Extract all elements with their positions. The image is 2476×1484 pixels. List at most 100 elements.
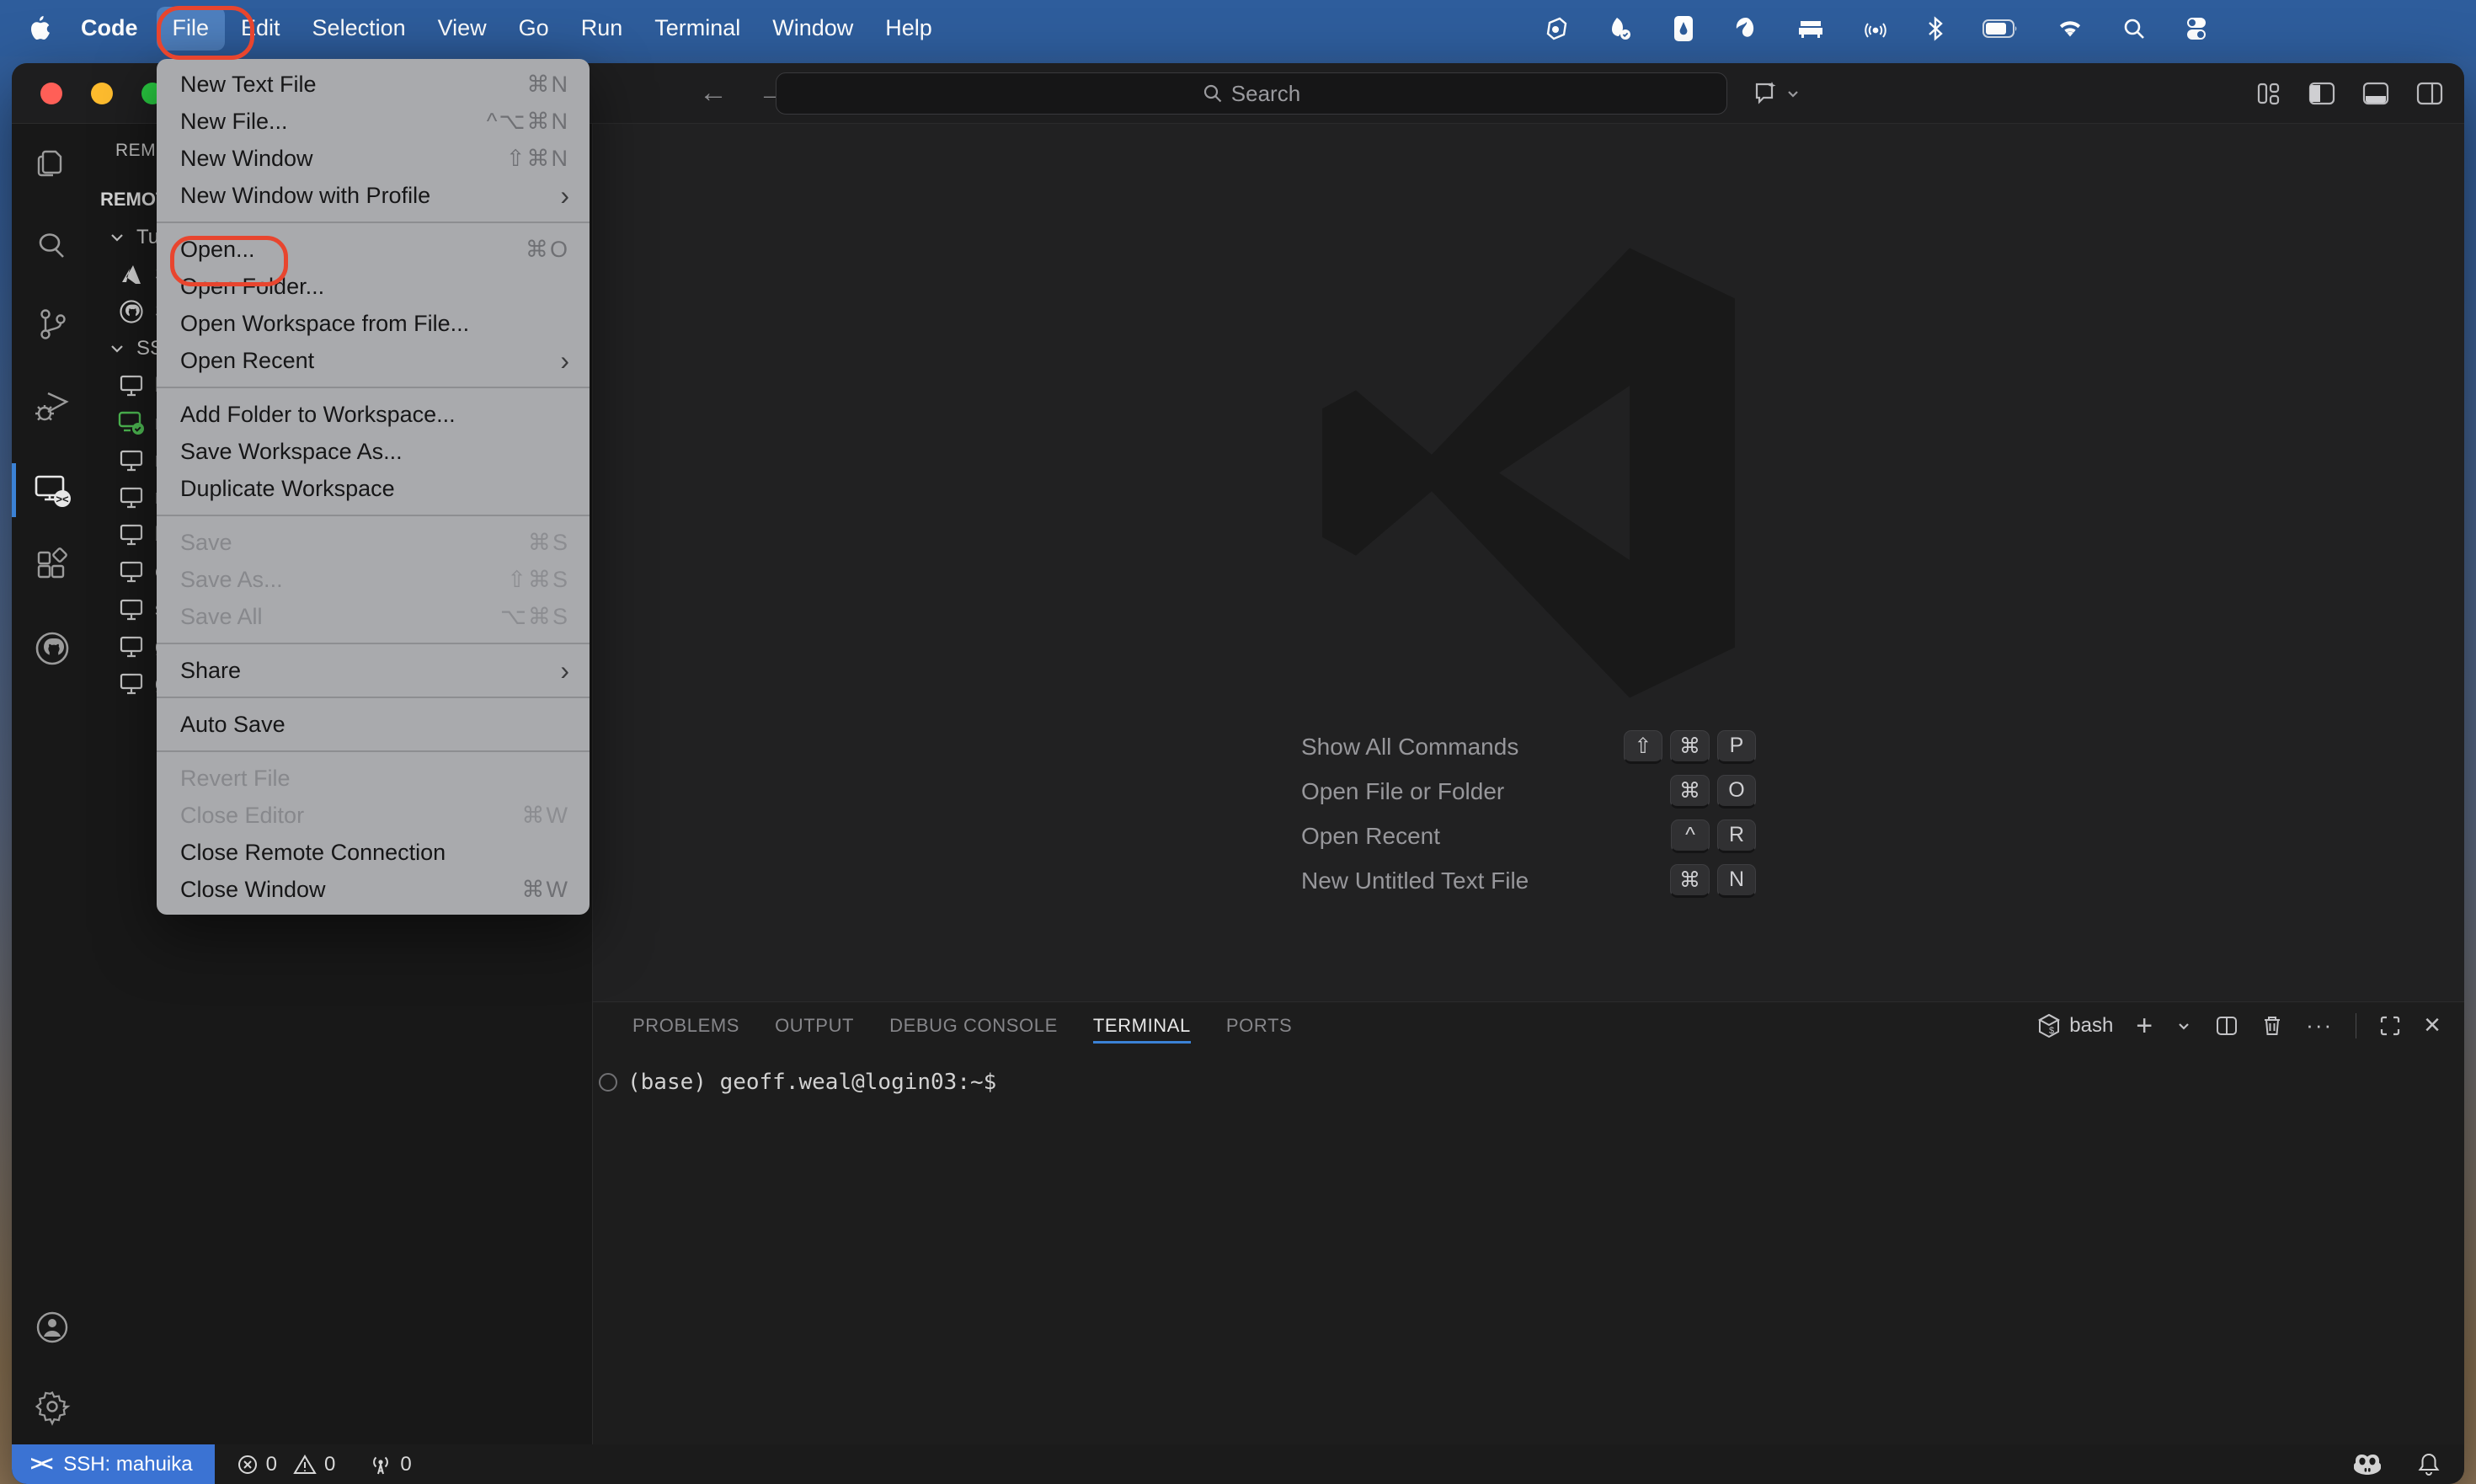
- menu-item-revert-file: Revert File: [180, 765, 291, 791]
- menu-item-open-recent[interactable]: Open Recent ›: [157, 342, 590, 379]
- tab-output[interactable]: OUTPUT: [775, 1002, 854, 1049]
- app-icon-1[interactable]: [1545, 16, 1570, 41]
- server-icon: [115, 634, 148, 659]
- remote-explorer-icon[interactable]: ><: [12, 460, 93, 520]
- menu-item-duplicate-workspace[interactable]: Duplicate Workspace: [157, 470, 590, 507]
- menubar-item-go[interactable]: Go: [503, 7, 565, 51]
- keycap: ^: [1671, 819, 1710, 853]
- menu-item-open-workspace-from-file[interactable]: Open Workspace from File...: [157, 305, 590, 342]
- toggle-primary-sidebar-icon[interactable]: [2308, 80, 2336, 107]
- spotlight-icon[interactable]: [2122, 17, 2146, 40]
- keycap: ⇧: [1624, 729, 1662, 764]
- svg-text:><: ><: [56, 493, 69, 505]
- wifi-icon[interactable]: [2057, 18, 2084, 40]
- app-icon-4[interactable]: [1733, 16, 1758, 41]
- copilot-status-icon[interactable]: [2353, 1453, 2382, 1476]
- desktop: Code File Edit Selection View Go Run Ter…: [0, 0, 2476, 1484]
- menu-item-add-folder-to-workspace[interactable]: Add Folder to Workspace...: [157, 396, 590, 433]
- menu-item-save: Save ⌘S: [180, 529, 569, 555]
- menu-item-save-workspace-as[interactable]: Save Workspace As...: [157, 433, 590, 470]
- settings-gear-icon[interactable]: [12, 1376, 93, 1437]
- notifications-bell-icon[interactable]: [2417, 1452, 2441, 1477]
- menubar-item-edit[interactable]: Edit: [225, 7, 296, 51]
- chevron-down-icon[interactable]: [1785, 86, 1801, 101]
- menubar-item-selection[interactable]: Selection: [296, 7, 422, 51]
- menu-item-close-window[interactable]: Close Window ⌘W: [157, 871, 590, 908]
- menu-item-share[interactable]: Share ›: [157, 652, 590, 689]
- menu-item-auto-save[interactable]: Auto Save: [157, 706, 590, 743]
- split-terminal-icon[interactable]: [2215, 1014, 2239, 1038]
- menu-item-new-window[interactable]: New Window ⇧⌘N: [157, 140, 590, 177]
- chevron-down-icon: [104, 228, 130, 247]
- customize-layout-icon[interactable]: [2255, 80, 2282, 107]
- toggle-secondary-sidebar-icon[interactable]: [2415, 80, 2444, 107]
- warning-icon: [293, 1454, 317, 1474]
- tab-problems[interactable]: PROBLEMS: [632, 1002, 739, 1049]
- remote-indicator[interactable]: >< SSH: mahuika: [12, 1444, 215, 1484]
- kill-terminal-icon[interactable]: [2261, 1014, 2283, 1038]
- app-icon-3[interactable]: [1673, 15, 1694, 42]
- bottom-panel: PROBLEMS OUTPUT DEBUG CONSOLE TERMINAL P…: [593, 1001, 2464, 1444]
- accounts-icon[interactable]: [12, 1297, 93, 1358]
- menu-separator: [157, 697, 590, 698]
- bed-icon[interactable]: [1797, 16, 1824, 41]
- extensions-icon[interactable]: [12, 536, 93, 596]
- command-center-search[interactable]: Search: [776, 72, 1727, 115]
- keycap: ⌘: [1670, 863, 1710, 898]
- radio-tower-icon: [373, 1456, 389, 1474]
- nav-back-icon[interactable]: ←: [699, 77, 728, 109]
- close-window-button[interactable]: [40, 82, 62, 104]
- toggle-panel-icon[interactable]: [2361, 80, 2390, 107]
- source-control-icon[interactable]: [12, 294, 93, 355]
- search-placeholder: Search: [1230, 80, 1301, 106]
- menubar-item-file[interactable]: File: [156, 6, 226, 51]
- app-icon-2[interactable]: [1609, 16, 1634, 41]
- shell-selector[interactable]: $ bash: [2037, 1013, 2113, 1038]
- github-view-icon[interactable]: [12, 618, 93, 679]
- menubar-status-icons: [1545, 15, 2476, 42]
- ports-status[interactable]: 0: [369, 1453, 412, 1476]
- menubar-app-name[interactable]: Code: [62, 15, 157, 41]
- bluetooth-icon[interactable]: [1927, 15, 1944, 42]
- explorer-icon[interactable]: [12, 133, 93, 194]
- server-connected-icon: [115, 410, 148, 437]
- copilot-chat-icon[interactable]: [1752, 79, 1780, 108]
- run-debug-icon[interactable]: [12, 376, 93, 437]
- server-icon: [115, 448, 148, 473]
- server-icon: [115, 559, 148, 585]
- menu-item-new-window-with-profile[interactable]: New Window with Profile ›: [157, 177, 590, 214]
- menubar-item-view[interactable]: View: [422, 7, 503, 51]
- search-view-icon[interactable]: [12, 216, 93, 276]
- red-annotation-open-item: [170, 236, 288, 286]
- tab-terminal[interactable]: TERMINAL: [1092, 1002, 1191, 1049]
- svg-text:$: $: [2049, 1026, 2054, 1036]
- menu-item-close-remote-connection[interactable]: Close Remote Connection: [157, 834, 590, 871]
- battery-icon[interactable]: [1982, 19, 2018, 39]
- menu-item-new-text-file[interactable]: New Text File ⌘N: [157, 66, 590, 103]
- shortcut-row: Show All Commands ⇧ ⌘ P: [1301, 724, 1756, 769]
- menubar-item-terminal[interactable]: Terminal: [638, 7, 756, 51]
- tab-ports[interactable]: PORTS: [1226, 1002, 1292, 1049]
- keycap: R: [1717, 819, 1756, 853]
- chevron-down-icon[interactable]: [2175, 1017, 2192, 1034]
- apple-icon[interactable]: [29, 15, 51, 42]
- terminal-content[interactable]: (base) geoff.weal@login03:~$: [593, 1070, 996, 1095]
- airplay-icon[interactable]: [1863, 16, 1888, 41]
- menu-item-close-editor: Close Editor ⌘W: [180, 802, 569, 828]
- activity-bar: ><: [12, 124, 93, 1444]
- tab-debug-console[interactable]: DEBUG CONSOLE: [889, 1002, 1058, 1049]
- keycap: N: [1717, 863, 1756, 898]
- more-actions-icon[interactable]: ···: [2306, 1012, 2333, 1038]
- menubar-item-run[interactable]: Run: [565, 7, 639, 51]
- problems-status[interactable]: 0 0: [237, 1452, 335, 1476]
- minimize-window-button[interactable]: [91, 82, 113, 104]
- close-panel-icon[interactable]: ×: [2424, 1009, 2441, 1042]
- menubar-item-help[interactable]: Help: [869, 7, 948, 51]
- search-icon: [1203, 84, 1222, 103]
- editor-area: Show All Commands ⇧ ⌘ P Open File or Folde…: [593, 124, 2464, 1444]
- menubar-item-window[interactable]: Window: [756, 7, 869, 51]
- menu-item-new-file[interactable]: New File... ^⌥⌘N: [157, 103, 590, 140]
- error-count: 0: [265, 1452, 277, 1476]
- control-center-icon[interactable]: [2185, 16, 2208, 41]
- maximize-panel-icon[interactable]: [2379, 1015, 2401, 1037]
